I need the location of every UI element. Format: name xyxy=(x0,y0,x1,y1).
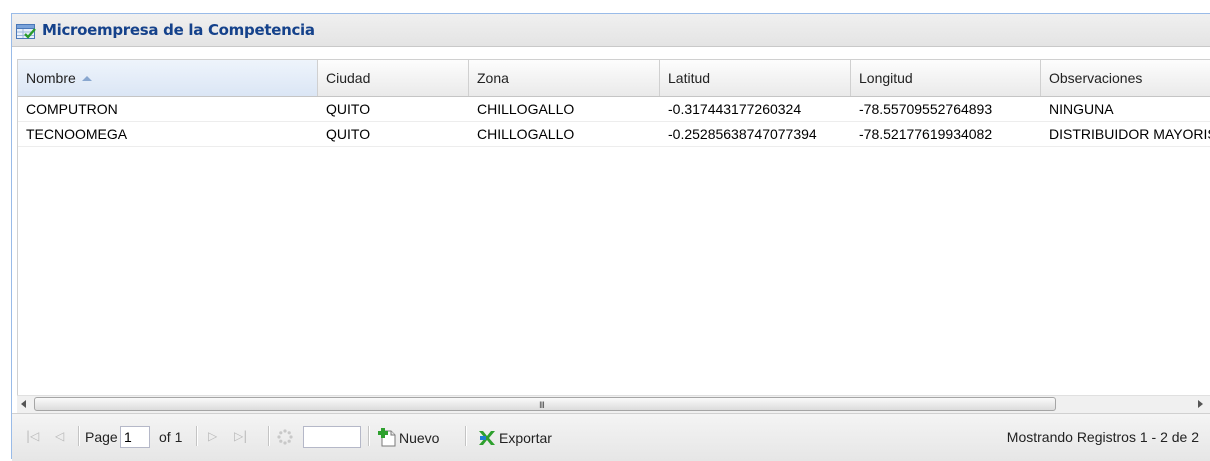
sort-asc-icon xyxy=(81,75,92,81)
cell-zona: CHILLOGALLO xyxy=(477,101,575,117)
grid-panel: Microempresa de la Competencia Nombre Ci… xyxy=(11,13,1210,461)
first-page-icon[interactable]: |◁ xyxy=(26,429,39,443)
column-header-observaciones[interactable]: Observaciones xyxy=(1041,60,1210,96)
cell-longitud: -78.52177619934082 xyxy=(859,126,993,142)
panel-title: Microempresa de la Competencia xyxy=(42,21,315,39)
prev-page-icon[interactable]: ◁ xyxy=(55,429,64,443)
cell-zona: CHILLOGALLO xyxy=(477,126,575,142)
column-header-latitud[interactable]: Latitud xyxy=(660,60,851,96)
nuevo-button[interactable]: Nuevo xyxy=(377,426,439,450)
column-label: Longitud xyxy=(859,70,913,86)
cell-observaciones: NINGUNA xyxy=(1049,101,1114,117)
cell-ciudad: QUITO xyxy=(326,101,371,117)
cell-observaciones: DISTRIBUIDOR MAYORISTA xyxy=(1049,126,1210,142)
scrollbar-grip: III xyxy=(539,401,545,411)
export-icon xyxy=(479,431,495,445)
column-header-nombre[interactable]: Nombre xyxy=(18,60,318,96)
scrollbar-thumb[interactable]: III xyxy=(34,397,1056,411)
paging-toolbar: |◁ ◁ Page of 1 ▷ ▷| Nuevo xyxy=(12,413,1210,461)
column-label: Observaciones xyxy=(1049,70,1143,86)
cell-latitud: -0.25285638747077394 xyxy=(668,126,817,142)
page-label: Page xyxy=(85,429,118,445)
column-header-ciudad[interactable]: Ciudad xyxy=(318,60,469,96)
next-page-icon[interactable]: ▷ xyxy=(208,429,217,443)
exportar-button[interactable]: Exportar xyxy=(477,426,552,450)
column-label: Nombre xyxy=(26,70,76,86)
last-page-icon[interactable]: ▷| xyxy=(234,429,247,443)
paging-status: Mostrando Registros 1 - 2 de 2 xyxy=(1006,429,1199,445)
column-header-longitud[interactable]: Longitud xyxy=(851,60,1041,96)
new-document-icon xyxy=(378,428,396,447)
page-count-label: of 1 xyxy=(159,429,183,445)
cell-latitud: -0.317443177260324 xyxy=(668,101,802,117)
scroll-right-arrow-icon[interactable] xyxy=(1198,400,1203,408)
nuevo-label: Nuevo xyxy=(399,430,440,446)
grid-header: Nombre Ciudad Zona Latitud Longitud Obse… xyxy=(18,60,1210,97)
cell-longitud: -78.55709552764893 xyxy=(859,101,993,117)
cell-nombre: TECNOOMEGA xyxy=(26,126,128,142)
column-label: Latitud xyxy=(668,70,711,86)
page-size-input[interactable] xyxy=(303,426,361,448)
horizontal-scrollbar[interactable]: III xyxy=(17,395,1210,413)
table-check-icon xyxy=(16,24,36,39)
exportar-label: Exportar xyxy=(499,430,552,446)
column-header-zona[interactable]: Zona xyxy=(469,60,660,96)
toolbar-separator xyxy=(78,426,80,446)
cell-ciudad: QUITO xyxy=(326,126,371,142)
toolbar-separator xyxy=(268,426,270,446)
toolbar-separator xyxy=(465,426,467,446)
table-row[interactable]: COMPUTRON QUITO CHILLOGALLO -0.317443177… xyxy=(18,97,1210,122)
table-row[interactable]: TECNOOMEGA QUITO CHILLOGALLO -0.25285638… xyxy=(18,122,1210,147)
page-number-input[interactable] xyxy=(120,426,150,448)
panel-header: Microempresa de la Competencia xyxy=(12,14,1210,47)
column-label: Ciudad xyxy=(326,70,371,86)
column-label: Zona xyxy=(477,70,509,86)
grid-view[interactable]: Nombre Ciudad Zona Latitud Longitud Obse… xyxy=(17,59,1210,395)
refresh-icon[interactable] xyxy=(277,429,293,445)
toolbar-separator xyxy=(196,426,198,446)
cell-nombre: COMPUTRON xyxy=(26,101,118,117)
scroll-left-arrow-icon[interactable] xyxy=(21,400,26,408)
toolbar-separator xyxy=(368,426,370,446)
